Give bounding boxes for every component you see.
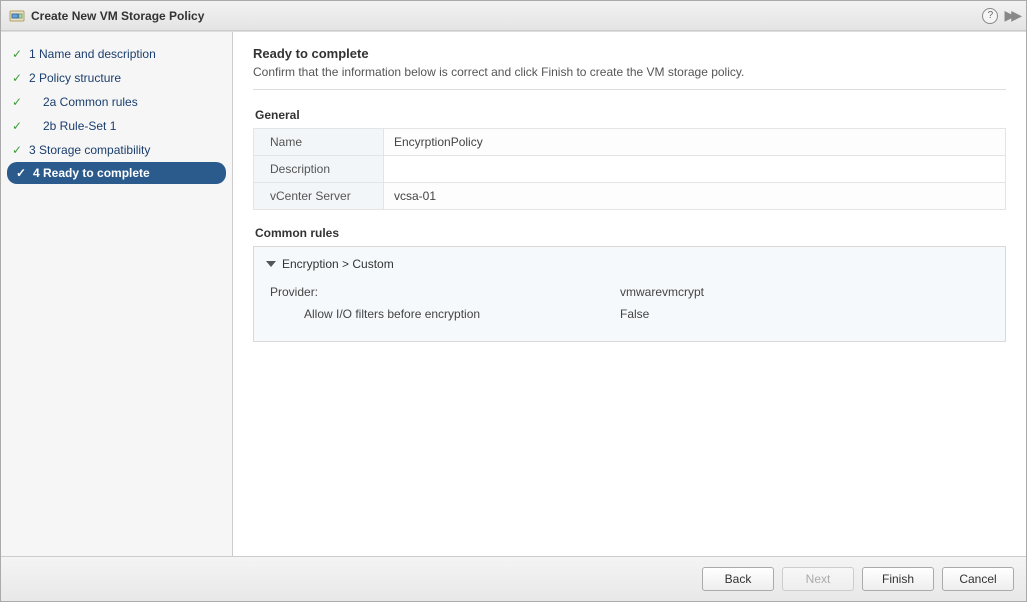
wizard-step[interactable]: ✓ 1 Name and description	[1, 42, 232, 66]
rules-group-label: Encryption > Custom	[282, 257, 394, 271]
table-row: vCenter Servervcsa-01	[254, 183, 1006, 210]
common-rules-box: Encryption > Custom Provider: vmwarevmcr…	[253, 246, 1006, 342]
page-heading: Ready to complete	[253, 46, 1006, 61]
common-rules-title: Common rules	[255, 226, 1006, 240]
table-row: Description	[254, 156, 1006, 183]
wizard-step-label: 3 Storage compatibility	[29, 143, 150, 157]
wizard-step[interactable]: ✓ 2b Rule-Set 1	[1, 114, 232, 138]
table-key: vCenter Server	[254, 183, 384, 210]
dialog: Create New VM Storage Policy ? ▶▶ ✓ 1 Nam…	[0, 0, 1027, 602]
check-icon: ✓	[9, 95, 25, 109]
provider-row: Provider: vmwarevmcrypt	[266, 281, 993, 303]
general-table: NameEncyrptionPolicyDescriptionvCenter S…	[253, 128, 1006, 210]
wizard-sidebar: ✓ 1 Name and description ✓ 2 Policy structu…	[1, 32, 233, 556]
titlebar: Create New VM Storage Policy ? ▶▶	[1, 1, 1026, 31]
content-pane: Ready to complete Confirm that the infor…	[233, 32, 1026, 556]
wizard-step[interactable]: ✓ 4 Ready to complete	[7, 162, 226, 184]
next-button[interactable]: Next	[782, 567, 854, 591]
back-button[interactable]: Back	[702, 567, 774, 591]
check-icon: ✓	[9, 143, 25, 157]
provider-value: vmwarevmcrypt	[620, 285, 704, 299]
table-row: NameEncyrptionPolicy	[254, 129, 1006, 156]
divider	[253, 89, 1006, 90]
wizard-step-label: 1 Name and description	[29, 47, 156, 61]
wizard-step[interactable]: ✓ 2a Common rules	[1, 90, 232, 114]
wizard-step-label: 2 Policy structure	[29, 71, 121, 85]
table-value: vcsa-01	[384, 183, 1006, 210]
table-key: Description	[254, 156, 384, 183]
setting-label: Allow I/O filters before encryption	[270, 307, 620, 321]
dialog-footer: Back Next Finish Cancel	[1, 557, 1026, 601]
wizard-step-label: 4 Ready to complete	[33, 166, 150, 180]
check-icon: ✓	[9, 47, 25, 61]
check-icon: ✓	[9, 119, 25, 133]
window-title: Create New VM Storage Policy	[31, 9, 982, 23]
setting-value: False	[620, 307, 649, 321]
table-key: Name	[254, 129, 384, 156]
check-icon: ✓	[13, 166, 29, 180]
help-icon[interactable]: ?	[982, 8, 998, 24]
general-section-title: General	[255, 108, 1006, 122]
table-value: EncyrptionPolicy	[384, 129, 1006, 156]
provider-label: Provider:	[270, 285, 620, 299]
storage-policy-icon	[9, 8, 25, 24]
rules-group-header[interactable]: Encryption > Custom	[266, 257, 993, 271]
wizard-step-label: 2a Common rules	[29, 95, 138, 109]
page-subtitle: Confirm that the information below is co…	[253, 65, 1006, 79]
wizard-step-label: 2b Rule-Set 1	[29, 119, 116, 133]
check-icon: ✓	[9, 71, 25, 85]
wizard-step[interactable]: ✓ 2 Policy structure	[1, 66, 232, 90]
wizard-step[interactable]: ✓ 3 Storage compatibility	[1, 138, 232, 162]
setting-row: Allow I/O filters before encryption Fals…	[266, 303, 993, 325]
dialog-body: ✓ 1 Name and description ✓ 2 Policy structu…	[1, 31, 1026, 557]
table-value	[384, 156, 1006, 183]
collapse-icon	[266, 261, 276, 267]
expand-icon[interactable]: ▶▶	[1004, 7, 1018, 24]
finish-button[interactable]: Finish	[862, 567, 934, 591]
cancel-button[interactable]: Cancel	[942, 567, 1014, 591]
